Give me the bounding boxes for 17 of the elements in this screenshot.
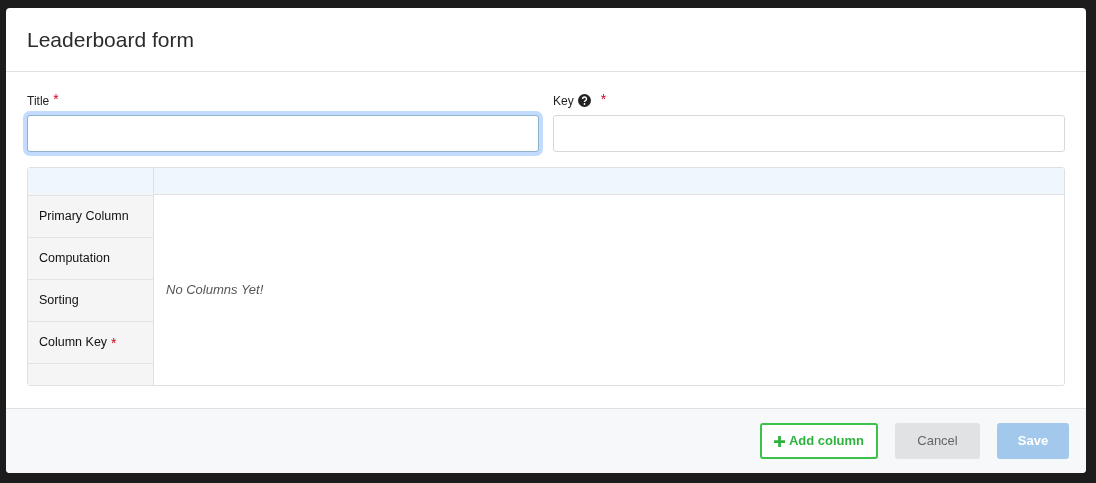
row-label: Sorting — [39, 292, 79, 310]
cancel-button[interactable]: Cancel — [895, 423, 980, 459]
required-marker: * — [600, 92, 607, 106]
required-marker: * — [53, 92, 59, 106]
row-label: Computation — [39, 250, 110, 268]
plus-icon — [773, 435, 785, 447]
field-label: Title — [27, 93, 50, 110]
add-button[interactable]: Add column — [759, 423, 878, 459]
text-field[interactable] — [27, 115, 539, 152]
dialog-title: Leaderboard form — [27, 26, 194, 53]
row-label: Primary Column — [39, 208, 129, 226]
text-field[interactable] — [553, 115, 1065, 152]
empty-message: No Columns Yet! — [166, 281, 264, 300]
field-label: Key — [553, 93, 574, 110]
help-icon[interactable] — [577, 94, 591, 107]
required-marker: * — [111, 335, 117, 350]
row-label: Column Key — [39, 334, 108, 352]
